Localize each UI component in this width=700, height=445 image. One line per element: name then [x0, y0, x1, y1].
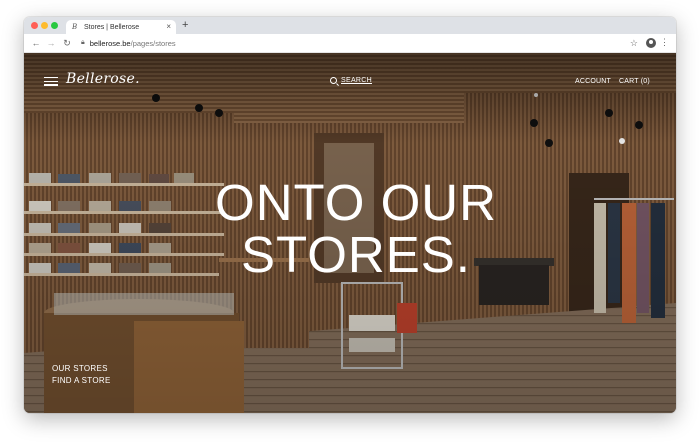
site-logo[interactable]: Bellerose. [66, 71, 140, 87]
hero-line-2: STORES. [241, 226, 471, 283]
hero-heading: ONTO OUR STORES. [191, 177, 521, 281]
profile-icon[interactable] [646, 38, 656, 48]
tab-title: Stores | Bellerose [84, 23, 140, 31]
account-link[interactable]: ACCOUNT [575, 78, 611, 85]
browser-window: B Stores | Bellerose × + ← → ↻ 🔒︎ beller… [24, 17, 676, 413]
store-links: OUR STORES FIND A STORE [52, 363, 111, 387]
search-icon [330, 77, 337, 84]
tab-close-icon[interactable]: × [166, 22, 171, 31]
cart-link[interactable]: CART (0) [619, 78, 650, 85]
reload-icon[interactable]: ↻ [61, 38, 73, 49]
our-stores-link[interactable]: OUR STORES [52, 363, 111, 375]
browser-toolbar: ← → ↻ 🔒︎ bellerose.be/pages/stores ☆ ⋮ [24, 34, 676, 53]
favicon-icon: B [72, 23, 78, 31]
lock-icon: 🔒︎ [81, 39, 85, 46]
search-label: SEARCH [341, 77, 372, 84]
search-button[interactable]: SEARCH [330, 77, 372, 84]
page-viewport: Bellerose. SEARCH ACCOUNT CART (0) ONTO … [24, 53, 676, 413]
hero-line-1: ONTO OUR [215, 174, 497, 231]
hamburger-icon[interactable] [44, 77, 58, 86]
find-a-store-link[interactable]: FIND A STORE [52, 375, 111, 387]
maximize-window-button[interactable] [51, 22, 58, 29]
tab-bar: B Stores | Bellerose × + [24, 17, 676, 34]
url-path: /pages/stores [130, 38, 176, 48]
star-icon[interactable]: ☆ [630, 38, 638, 49]
menu-dots-icon[interactable]: ⋮ [660, 37, 669, 47]
site-header: Bellerose. SEARCH ACCOUNT CART (0) [24, 53, 676, 93]
new-tab-button[interactable]: + [182, 19, 188, 31]
back-arrow-icon[interactable]: ← [30, 38, 42, 48]
close-window-button[interactable] [31, 22, 38, 29]
browser-tab[interactable]: B Stores | Bellerose × [66, 20, 176, 34]
minimize-window-button[interactable] [41, 22, 48, 29]
address-bar[interactable]: 🔒︎ bellerose.be/pages/stores [81, 39, 176, 48]
url-domain: bellerose.be [89, 38, 131, 48]
forward-arrow-icon[interactable]: → [45, 38, 57, 48]
